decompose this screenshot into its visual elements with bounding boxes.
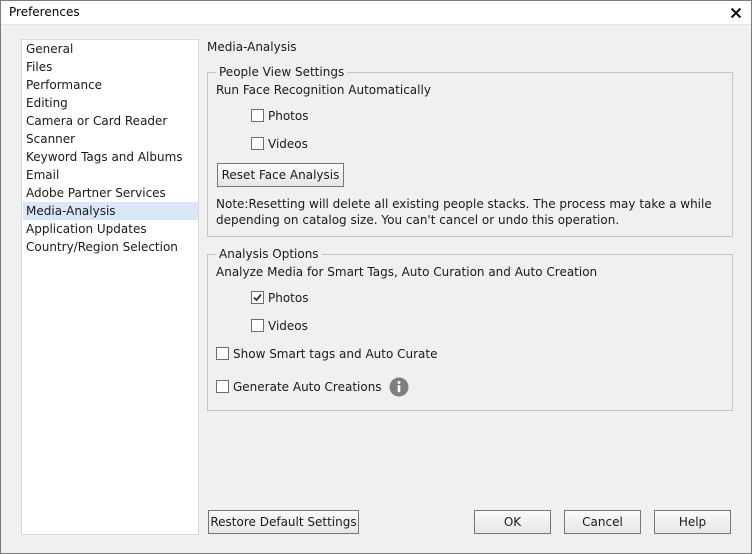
reset-note: Note:Resetting will delete all existing … <box>216 197 712 227</box>
sidebar-item-adobe-partner-services[interactable]: Adobe Partner Services <box>23 184 198 202</box>
smart-tags-label: Show Smart tags and Auto Curate <box>233 347 438 361</box>
reset-face-analysis-button[interactable]: Reset Face Analysis <box>217 163 344 187</box>
people-view-legend: People View Settings <box>216 65 348 79</box>
analysis-options-legend: Analysis Options <box>216 247 322 261</box>
sidebar-item-files[interactable]: Files <box>23 58 198 76</box>
close-button[interactable] <box>725 3 747 23</box>
preferences-dialog: Preferences General Files Performance Ed… <box>0 0 752 554</box>
window-title: Preferences <box>9 5 80 19</box>
auto-creations-label: Generate Auto Creations <box>233 380 382 394</box>
sidebar-item-media-analysis[interactable]: Media-Analysis <box>23 202 198 220</box>
category-list[interactable]: General Files Performance Editing Camera… <box>21 39 199 535</box>
title-bar: Preferences <box>1 1 751 25</box>
auto-creations-checkbox[interactable] <box>216 380 229 393</box>
sidebar-item-keyword-tags-and-albums[interactable]: Keyword Tags and Albums <box>23 148 198 166</box>
analysis-photos-label: Photos <box>268 291 309 305</box>
sidebar-item-application-updates[interactable]: Application Updates <box>23 220 198 238</box>
face-recognition-heading: Run Face Recognition Automatically <box>216 83 431 97</box>
sidebar-item-general[interactable]: General <box>23 40 198 58</box>
face-videos-checkbox[interactable] <box>251 137 264 150</box>
face-photos-label: Photos <box>268 109 309 123</box>
analysis-videos-checkbox[interactable] <box>251 319 264 332</box>
sidebar-item-camera-or-card-reader[interactable]: Camera or Card Reader <box>23 112 198 130</box>
analysis-photos-checkbox[interactable] <box>251 291 264 304</box>
sidebar-item-performance[interactable]: Performance <box>23 76 198 94</box>
help-button[interactable]: Help <box>654 510 731 534</box>
close-icon <box>730 7 742 19</box>
cancel-button[interactable]: Cancel <box>564 510 641 534</box>
analyze-media-heading: Analyze Media for Smart Tags, Auto Curat… <box>216 265 598 279</box>
sidebar-item-editing[interactable]: Editing <box>23 94 198 112</box>
sidebar-item-scanner[interactable]: Scanner <box>23 130 198 148</box>
sidebar-item-country-region-selection[interactable]: Country/Region Selection <box>23 238 198 256</box>
ok-button[interactable]: OK <box>474 510 551 534</box>
section-title: Media-Analysis <box>207 40 297 54</box>
checkmark-icon <box>253 293 262 302</box>
face-photos-checkbox[interactable] <box>251 109 264 122</box>
info-icon[interactable] <box>389 377 409 397</box>
face-videos-label: Videos <box>268 137 308 151</box>
analysis-videos-label: Videos <box>268 319 308 333</box>
sidebar-item-email[interactable]: Email <box>23 166 198 184</box>
restore-default-settings-button[interactable]: Restore Default Settings <box>208 510 359 534</box>
smart-tags-checkbox[interactable] <box>216 347 229 360</box>
